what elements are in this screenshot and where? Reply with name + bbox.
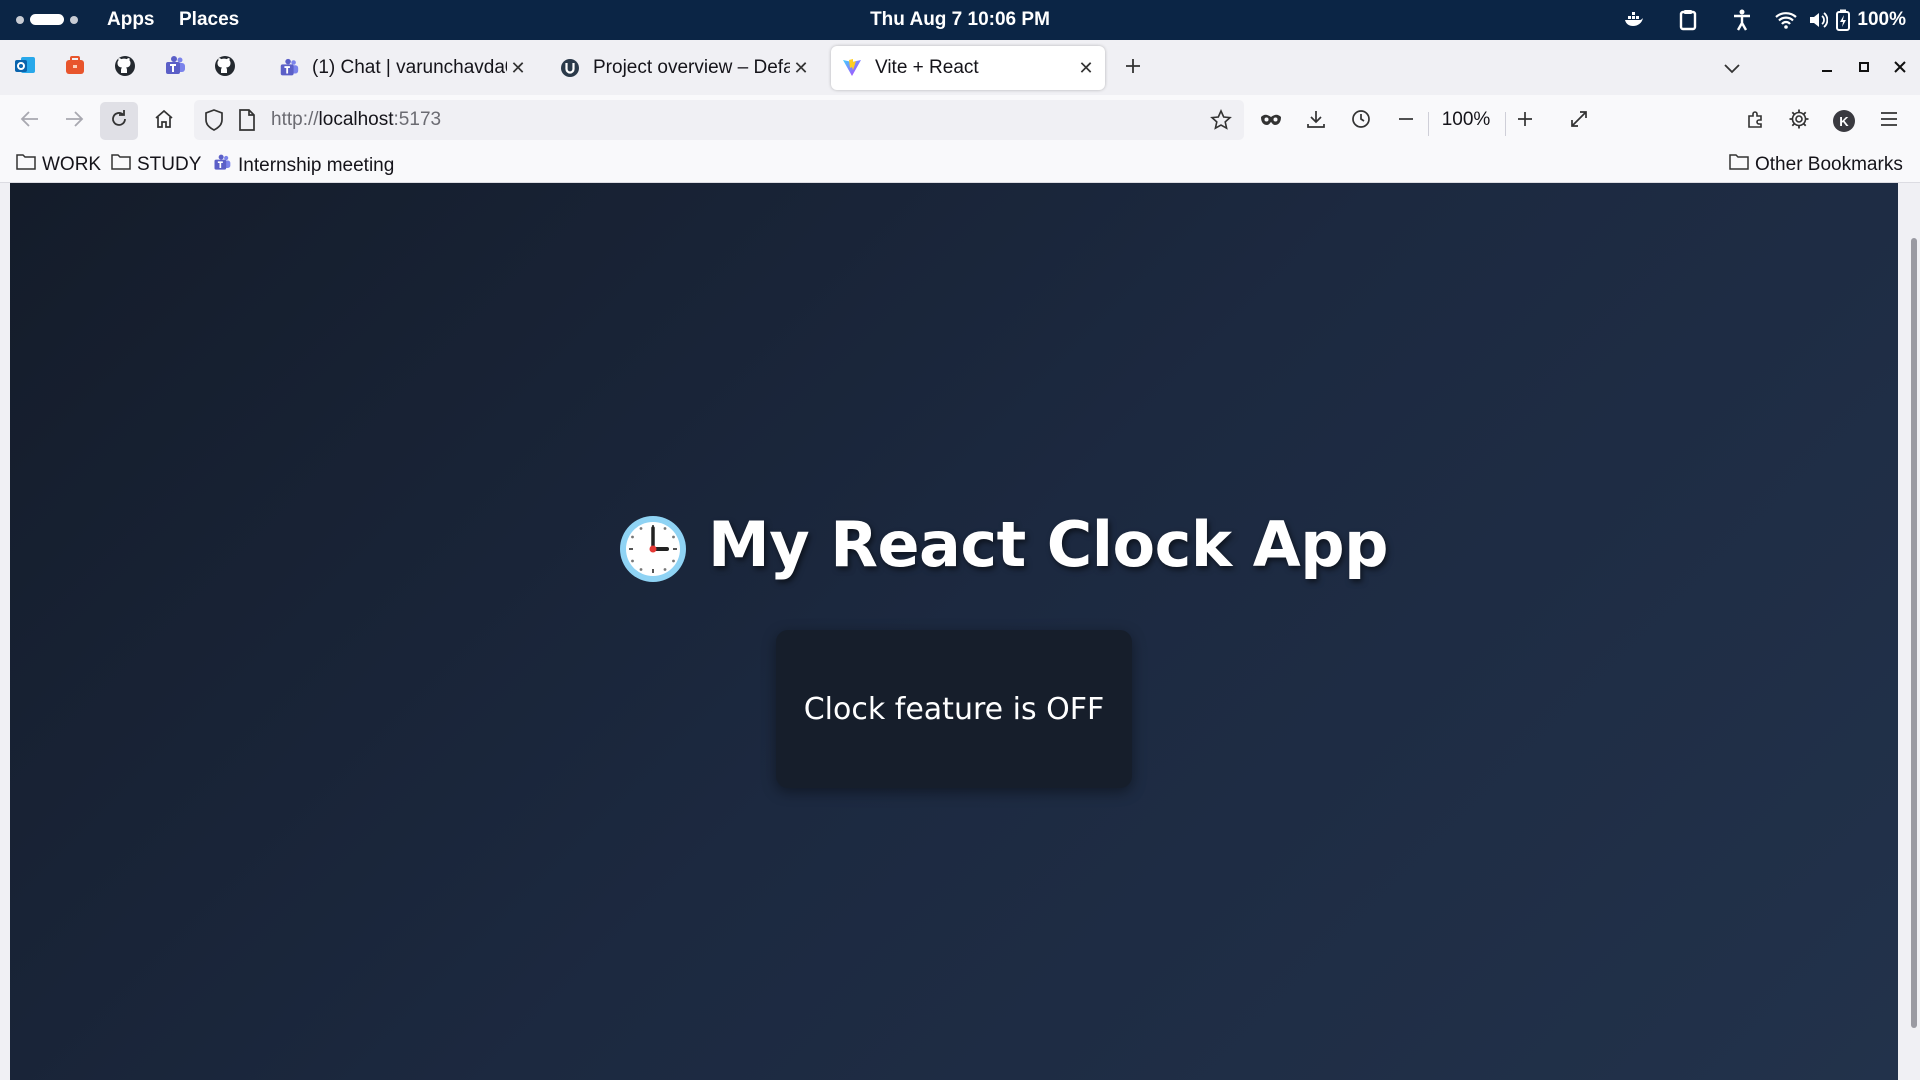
tab-title: Project overview – Defau bbox=[593, 57, 790, 78]
expand-icon bbox=[1569, 109, 1589, 133]
clock-status-card: Clock feature is OFF bbox=[776, 630, 1132, 788]
arrow-right-icon bbox=[64, 110, 84, 132]
avatar: K bbox=[1833, 110, 1855, 132]
chevron-down-icon bbox=[1723, 59, 1741, 78]
pinned-tab-orange-app[interactable] bbox=[60, 53, 90, 83]
new-tab-button[interactable] bbox=[1119, 54, 1147, 82]
bookmark-label: Other Bookmarks bbox=[1755, 153, 1903, 175]
tab-teams-chat[interactable]: (1) Chat | varunchavda0 ✕ bbox=[270, 46, 535, 90]
tab-vite-react[interactable]: Vite + React ✕ bbox=[831, 46, 1105, 90]
clock-status-text: Clock feature is OFF bbox=[803, 691, 1105, 727]
extensions-button[interactable] bbox=[1736, 102, 1774, 140]
battery-percentage: 100% bbox=[1857, 9, 1906, 30]
minus-icon bbox=[1398, 111, 1414, 131]
mask-icon bbox=[1260, 112, 1282, 131]
page-title: My React Clock App bbox=[708, 508, 1388, 581]
pinned-tab-outlook[interactable] bbox=[10, 53, 40, 83]
folder-icon bbox=[111, 153, 131, 176]
battery-icon[interactable] bbox=[1833, 7, 1853, 33]
tab-title: (1) Chat | varunchavda0 bbox=[312, 57, 507, 78]
hamburger-menu-icon bbox=[1880, 111, 1898, 131]
forward-button[interactable] bbox=[55, 102, 93, 140]
system-top-bar: Apps Places Thu Aug 7 10:06 PM 100% bbox=[0, 0, 1920, 40]
bookmark-label: WORK bbox=[42, 153, 102, 175]
orange-app-icon bbox=[64, 55, 86, 81]
volume-icon[interactable] bbox=[1803, 7, 1833, 33]
app-menu-button[interactable] bbox=[1870, 102, 1908, 140]
vite-icon bbox=[841, 57, 863, 79]
download-icon bbox=[1306, 109, 1326, 133]
home-icon bbox=[154, 109, 174, 133]
tab-strip: (1) Chat | varunchavda0 ✕ Project overvi… bbox=[0, 40, 1920, 95]
bookmark-internship-meeting[interactable]: Internship meeting bbox=[212, 153, 394, 179]
pinned-tab-github-2[interactable] bbox=[210, 53, 240, 83]
outlook-icon bbox=[13, 54, 37, 82]
bookmark-label: Internship meeting bbox=[238, 155, 395, 176]
github-icon bbox=[213, 54, 237, 82]
teams-icon bbox=[278, 57, 300, 79]
docker-icon[interactable] bbox=[1607, 7, 1661, 33]
page-info-icon[interactable] bbox=[238, 109, 256, 135]
settings-button[interactable] bbox=[1780, 102, 1818, 140]
system-tray[interactable]: 100% bbox=[1607, 7, 1906, 33]
clipboard-icon[interactable] bbox=[1661, 7, 1715, 33]
close-window-button[interactable] bbox=[1886, 54, 1914, 82]
navigation-toolbar: http://localhost:5173 100% K bbox=[0, 95, 1920, 145]
other-bookmarks-folder[interactable]: Other Bookmarks bbox=[1729, 153, 1903, 176]
clock-history-icon bbox=[1351, 109, 1371, 133]
close-tab-icon[interactable]: ✕ bbox=[1075, 57, 1097, 79]
pinned-tab-teams[interactable] bbox=[160, 53, 190, 83]
history-button[interactable] bbox=[1342, 102, 1380, 140]
address-bar[interactable]: http://localhost:5173 bbox=[194, 100, 1244, 140]
list-all-tabs-button[interactable] bbox=[1718, 54, 1746, 82]
minimize-icon bbox=[1820, 59, 1834, 78]
private-mask-button[interactable] bbox=[1252, 102, 1290, 140]
close-tab-icon[interactable]: ✕ bbox=[790, 57, 812, 79]
home-button[interactable] bbox=[145, 102, 183, 140]
clock-icon bbox=[618, 514, 688, 584]
zoom-level-button[interactable]: 100% bbox=[1418, 109, 1514, 131]
bookmarks-toolbar: WORK STUDY Internship meeting Other Book… bbox=[0, 145, 1920, 183]
plus-icon bbox=[1516, 110, 1534, 132]
bookmark-label: STUDY bbox=[137, 153, 202, 175]
minimize-window-button[interactable] bbox=[1813, 54, 1841, 82]
accessibility-icon[interactable] bbox=[1715, 7, 1769, 33]
fullscreen-button[interactable] bbox=[1560, 102, 1598, 140]
teams-icon bbox=[163, 54, 187, 82]
close-icon bbox=[1893, 59, 1907, 78]
zoom-in-button[interactable] bbox=[1506, 102, 1544, 140]
tab-project-overview[interactable]: Project overview – Defau ✕ bbox=[553, 46, 818, 90]
maximize-window-button[interactable] bbox=[1850, 54, 1878, 82]
folder-icon bbox=[16, 153, 36, 176]
project-u-icon bbox=[559, 57, 581, 79]
back-button[interactable] bbox=[11, 102, 49, 140]
reload-icon bbox=[109, 109, 129, 133]
pinned-tab-github[interactable] bbox=[110, 53, 140, 83]
bookmark-folder-work[interactable]: WORK bbox=[16, 153, 101, 176]
downloads-button[interactable] bbox=[1297, 102, 1335, 140]
folder-icon bbox=[1729, 153, 1749, 176]
tracking-protection-shield-icon[interactable] bbox=[204, 109, 224, 135]
gear-icon bbox=[1788, 108, 1810, 134]
plus-icon bbox=[1124, 57, 1142, 79]
puzzle-icon bbox=[1745, 109, 1765, 133]
close-tab-icon[interactable]: ✕ bbox=[507, 57, 529, 79]
maximize-icon bbox=[1857, 59, 1871, 78]
tab-title: Vite + React bbox=[875, 57, 979, 78]
bookmark-folder-study[interactable]: STUDY bbox=[111, 153, 201, 176]
github-icon bbox=[113, 54, 137, 82]
bookmark-star-icon[interactable] bbox=[1210, 109, 1232, 135]
scrollbar-thumb[interactable] bbox=[1911, 238, 1917, 1028]
reload-button[interactable] bbox=[100, 102, 138, 140]
url-text[interactable]: http://localhost:5173 bbox=[271, 109, 441, 131]
wifi-icon[interactable] bbox=[1769, 7, 1803, 33]
teams-icon bbox=[212, 153, 232, 179]
account-button[interactable]: K bbox=[1825, 102, 1863, 140]
arrow-left-icon bbox=[20, 110, 40, 132]
